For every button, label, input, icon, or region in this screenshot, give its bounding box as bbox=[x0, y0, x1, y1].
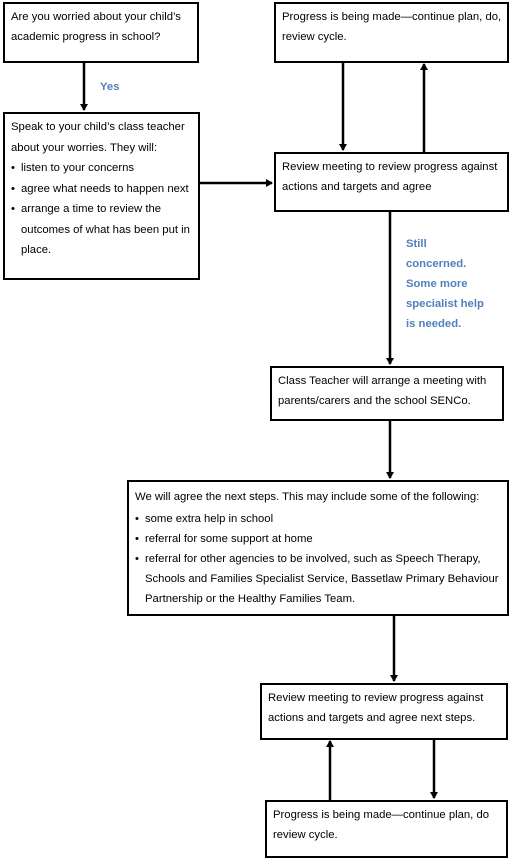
yes-label: Yes bbox=[100, 81, 120, 93]
still-concerned-line: concerned. bbox=[406, 258, 467, 270]
speak-item: arrange a time to review the outcomes of… bbox=[11, 199, 198, 261]
progress-top-box: Progress is being made—continue plan, do… bbox=[274, 2, 509, 63]
speak-item: agree what needs to happen next bbox=[11, 179, 198, 200]
speak-box: Speak to your child’s class teacher abou… bbox=[3, 112, 200, 280]
still-concerned-label: Still concerned. Some more specialist he… bbox=[406, 234, 484, 334]
next-steps-box: We will agree the next steps. This may i… bbox=[127, 480, 509, 616]
worried-text: Are you worried about your child’s acade… bbox=[11, 11, 181, 43]
next-steps-item: referral for some support at home bbox=[135, 529, 507, 549]
progress-bottom-text: Progress is being made—continue plan, do… bbox=[273, 809, 490, 841]
progress-bottom-box: Progress is being made—continue plan, do… bbox=[265, 800, 508, 858]
still-concerned-line: is needed. bbox=[406, 318, 462, 330]
review-top-text: Review meeting to review progress agains… bbox=[282, 161, 498, 193]
review-bottom-text: Review meeting to review progress agains… bbox=[268, 692, 484, 724]
speak-intro: Speak to your child’s class teacher abou… bbox=[11, 121, 185, 154]
review-bottom-box: Review meeting to review progress agains… bbox=[260, 683, 508, 740]
still-concerned-line: Some more bbox=[406, 278, 468, 290]
next-steps-item: some extra help in school bbox=[135, 509, 507, 529]
class-teacher-text: Class Teacher will arrange a meeting wit… bbox=[278, 375, 487, 407]
next-steps-list: some extra help in school referral for s… bbox=[135, 509, 507, 609]
review-top-box: Review meeting to review progress agains… bbox=[274, 152, 509, 212]
still-concerned-line: specialist help bbox=[406, 298, 484, 310]
still-concerned-line: Still bbox=[406, 238, 427, 250]
speak-item: listen to your concerns bbox=[11, 158, 198, 179]
speak-list: listen to your concerns agree what needs… bbox=[11, 158, 198, 261]
progress-top-text: Progress is being made—continue plan, do… bbox=[282, 11, 502, 43]
class-teacher-box: Class Teacher will arrange a meeting wit… bbox=[270, 366, 504, 421]
next-steps-intro: We will agree the next steps. This may i… bbox=[135, 491, 480, 503]
next-steps-item: referral for other agencies to be involv… bbox=[135, 549, 507, 609]
worried-box: Are you worried about your child’s acade… bbox=[3, 2, 199, 63]
